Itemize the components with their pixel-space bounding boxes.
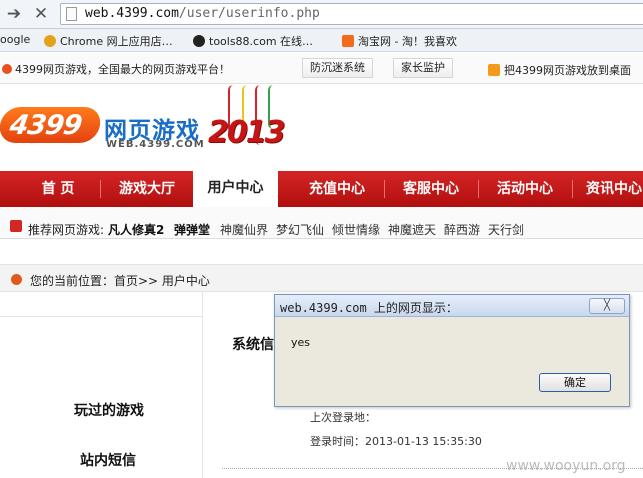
recommend-game-link[interactable]: 凡人修真2 xyxy=(108,221,164,238)
nav-events[interactable]: 活动中心 xyxy=(480,171,570,207)
logo-area: 4399 网页游戏 WEB.4399.COM 2013 xyxy=(0,85,643,170)
arrow-right-icon[interactable]: ➔ xyxy=(4,4,24,24)
recommend-game-link[interactable]: 神魔遮天 xyxy=(388,221,436,238)
nav-user-center[interactable]: 用户中心 xyxy=(193,165,278,207)
recommend-icon xyxy=(10,220,22,232)
nav-divider xyxy=(478,180,479,198)
site-slogan: 4399网页游戏，全国最大的网页游戏平台！ xyxy=(2,61,230,77)
dialog-titlebar[interactable]: web.4399.com 上的网页显示： ╳ xyxy=(275,295,629,317)
recommend-game-link[interactable]: 神魔仙界 xyxy=(220,221,268,238)
recommend-game-link[interactable]: 天行剑 xyxy=(488,221,524,238)
download-icon xyxy=(488,64,500,76)
bookmark-label: oogle xyxy=(0,33,31,46)
radiation-icon xyxy=(193,35,205,47)
nav-news[interactable]: 资讯中心 xyxy=(574,171,643,207)
nav-home[interactable]: 首 页 xyxy=(18,171,98,207)
close-icon[interactable]: ╳ xyxy=(589,298,625,314)
logo-number: 4399 xyxy=(7,110,84,141)
last-login-place: 上次登录地： xyxy=(310,411,376,424)
browser-toolbar: ➔ ✕ web.4399.com/user/userinfo.php xyxy=(0,0,643,29)
nav-service[interactable]: 客服中心 xyxy=(386,171,476,207)
bookmark-label: tools88.com 在线… xyxy=(209,35,314,48)
taobao-icon xyxy=(342,35,354,47)
user-sidebar: 玩过的游戏 站内短信 xyxy=(0,292,203,478)
slogan-text: 4399网页游戏，全国最大的网页游戏平台！ xyxy=(15,63,230,76)
anti-addiction-link[interactable]: 防沉迷系统 xyxy=(302,58,373,78)
site-logo[interactable]: 4399 xyxy=(0,107,103,143)
recommend-game-link[interactable]: 梦幻飞仙 xyxy=(276,221,324,238)
bookmark-tools88[interactable]: tools88.com 在线… xyxy=(193,33,313,49)
site-top-strip: 4399网页游戏，全国最大的网页游戏平台！ 防沉迷系统 家长监护 把4399网页… xyxy=(0,53,643,84)
recommend-game-link[interactable]: 倾世情缘 xyxy=(332,221,380,238)
main-nav: 首 页 游戏大厅 用户中心 充值中心 客服中心 活动中心 资讯中心 xyxy=(0,165,643,207)
sidebar-item-played-games[interactable]: 玩过的游戏 xyxy=(74,400,144,420)
add-to-desktop-label: 把4399网页游戏放到桌面 xyxy=(504,64,631,77)
bookmark-google[interactable]: oogle xyxy=(0,33,30,46)
page-icon xyxy=(66,7,77,21)
divider xyxy=(0,316,203,317)
nav-game-hall[interactable]: 游戏大厅 xyxy=(102,171,192,207)
add-to-desktop-link[interactable]: 把4399网页游戏放到桌面 xyxy=(488,62,631,78)
address-bar[interactable]: web.4399.com/user/userinfo.php xyxy=(60,3,643,25)
bookmarks-bar: oogle Chrome 网上应用店… tools88.com 在线… 淘宝网 … xyxy=(0,29,643,52)
chrome-webstore-icon xyxy=(44,35,56,47)
ok-button[interactable]: 确定 xyxy=(539,373,611,392)
watermark: www.wooyun.org xyxy=(506,458,626,474)
logo-year: 2013 xyxy=(208,115,285,150)
recommend-game-link[interactable]: 醉西游 xyxy=(444,221,480,238)
bookmark-chrome-webstore[interactable]: Chrome 网上应用店… xyxy=(44,33,173,49)
alert-dialog: web.4399.com 上的网页显示： ╳ yes 确定 xyxy=(274,294,630,407)
dialog-title: web.4399.com 上的网页显示： xyxy=(280,301,458,315)
nav-recharge[interactable]: 充值中心 xyxy=(292,171,382,207)
location-icon xyxy=(11,274,22,285)
bookmark-label: Chrome 网上应用店… xyxy=(60,35,173,48)
breadcrumb-text: 您的当前位置：首页>> 用户中心 xyxy=(30,274,210,288)
sidebar-item-messages[interactable]: 站内短信 xyxy=(80,450,136,470)
close-icon[interactable]: ✕ xyxy=(31,4,51,24)
dialog-message: yes xyxy=(291,336,311,349)
recommend-label: 推荐网页游戏: xyxy=(28,223,105,237)
nav-divider xyxy=(384,180,385,198)
logo-small-icon xyxy=(2,64,12,74)
url-path: /user/userinfo.php xyxy=(178,6,320,21)
breadcrumb: 您的当前位置：首页>> 用户中心 xyxy=(0,264,643,292)
login-time: 登录时间：2013-01-13 15:35:30 xyxy=(310,435,482,448)
bookmark-label: 淘宝网 - 淘！我喜欢 xyxy=(358,35,457,48)
section-title: 系统信 xyxy=(232,337,274,353)
recommend-bar: 推荐网页游戏: 凡人修真2 弹弹堂 神魔仙界 梦幻飞仙 倾世情缘 神魔遮天 醉西… xyxy=(0,207,643,239)
nav-divider xyxy=(100,180,101,198)
bookmark-taobao[interactable]: 淘宝网 - 淘！我喜欢 xyxy=(342,33,457,49)
nav-divider xyxy=(572,180,573,198)
url-domain: web.4399.com xyxy=(85,6,179,21)
parent-monitor-link[interactable]: 家长监护 xyxy=(393,58,453,78)
recommend-game-link[interactable]: 弹弹堂 xyxy=(174,221,210,238)
logo-url: WEB.4399.COM xyxy=(106,139,205,150)
